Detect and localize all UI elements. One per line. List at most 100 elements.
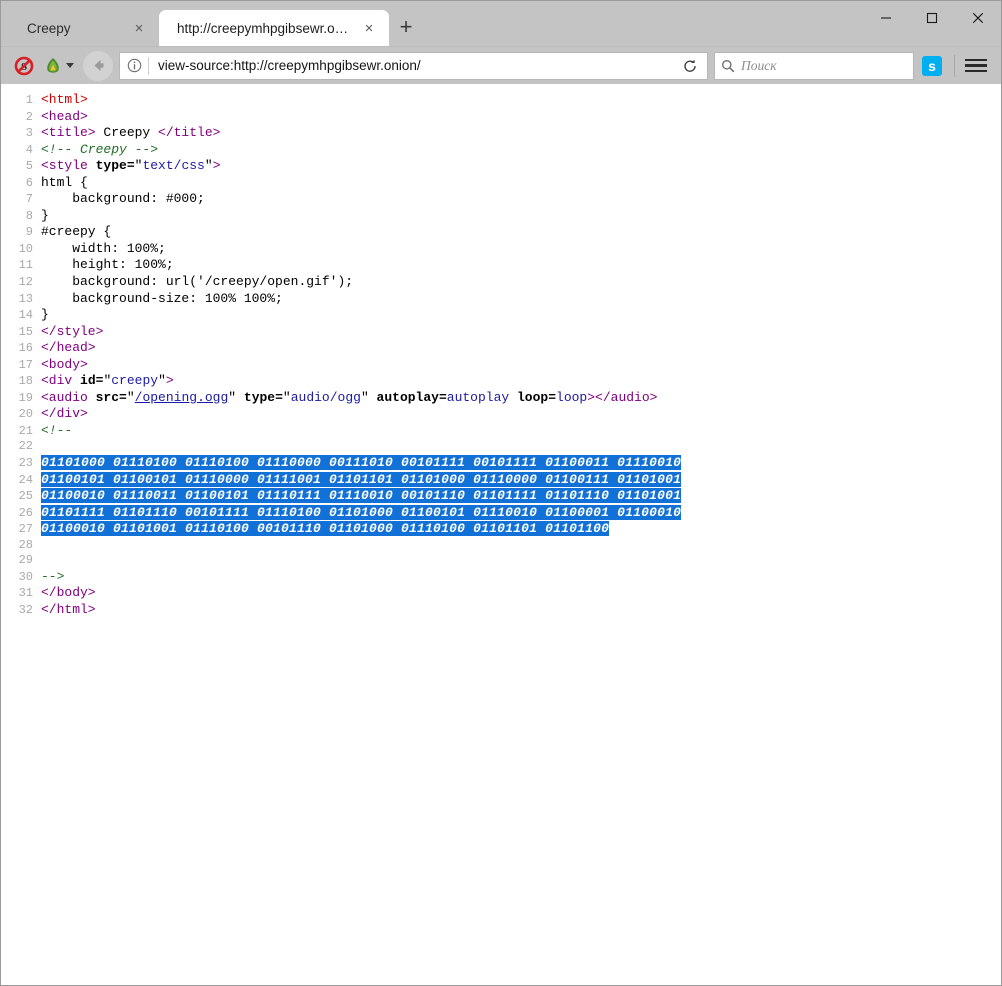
search-icon-wrap bbox=[715, 53, 741, 79]
tab-0[interactable]: Creepy× bbox=[9, 10, 159, 46]
code-token: autoplay= bbox=[377, 390, 447, 405]
code-token: Creepy bbox=[96, 125, 158, 140]
tab-close-button[interactable]: × bbox=[359, 18, 379, 38]
code-token: " bbox=[205, 158, 213, 173]
code-text: </html> bbox=[41, 602, 96, 618]
code-token: } bbox=[41, 208, 49, 223]
source-line: 2301101000 01110100 01110100 01110000 00… bbox=[1, 455, 1001, 472]
code-text: </body> bbox=[41, 585, 96, 601]
minimize-button[interactable] bbox=[863, 1, 909, 35]
code-token: > bbox=[166, 373, 174, 388]
navigation-toolbar: S bbox=[1, 46, 1001, 84]
code-text: </head> bbox=[41, 340, 96, 356]
source-code-listing: 1<html>2<head>3<title> Creepy </title>4<… bbox=[1, 92, 1001, 619]
binary-code-text: 01101000 01110100 01110100 01110000 0011… bbox=[41, 455, 681, 471]
line-number: 24 bbox=[1, 473, 41, 489]
binary-code-text: 01100101 01100101 01110000 01111001 0110… bbox=[41, 472, 681, 488]
line-number: 18 bbox=[1, 374, 41, 390]
close-button[interactable] bbox=[955, 1, 1001, 35]
code-token: 01100010 01101001 01110100 00101110 0110… bbox=[41, 521, 609, 536]
code-token: " bbox=[228, 390, 244, 405]
source-line: 6html { bbox=[1, 175, 1001, 192]
toolbar-divider bbox=[954, 55, 955, 77]
source-line: 21<!-- bbox=[1, 423, 1001, 440]
line-number: 28 bbox=[1, 538, 41, 554]
view-source-content[interactable]: 1<html>2<head>3<title> Creepy </title>4<… bbox=[1, 84, 1001, 985]
source-line: 12 background: url('/creepy/open.gif'); bbox=[1, 274, 1001, 291]
source-line: 32</html> bbox=[1, 602, 1001, 619]
source-line: 7 background: #000; bbox=[1, 191, 1001, 208]
line-number: 2 bbox=[1, 110, 41, 126]
code-text: <html> bbox=[41, 92, 88, 108]
source-line: 19<audio src="/opening.ogg" type="audio/… bbox=[1, 390, 1001, 407]
line-number: 21 bbox=[1, 424, 41, 440]
torbutton[interactable] bbox=[39, 51, 77, 81]
code-text: html { bbox=[41, 175, 88, 191]
torbutton-caret-icon bbox=[66, 63, 74, 68]
code-token: <style bbox=[41, 158, 88, 173]
search-icon bbox=[721, 59, 735, 73]
reload-button[interactable] bbox=[673, 52, 707, 80]
code-token: <html> bbox=[41, 92, 88, 107]
maximize-icon bbox=[926, 12, 938, 24]
menu-button[interactable] bbox=[965, 59, 987, 73]
line-number: 12 bbox=[1, 275, 41, 291]
code-token bbox=[88, 158, 96, 173]
code-token: height: 100%; bbox=[41, 257, 174, 272]
source-line: 30--> bbox=[1, 569, 1001, 586]
binary-code-text: 01101111 01101110 00101111 01110100 0110… bbox=[41, 505, 681, 521]
search-input[interactable]: Поиск bbox=[741, 58, 777, 74]
code-token: " bbox=[361, 390, 377, 405]
line-number: 19 bbox=[1, 391, 41, 407]
code-token: background: url('/creepy/open.gif'); bbox=[41, 274, 353, 289]
line-number: 11 bbox=[1, 258, 41, 274]
source-line: 15</style> bbox=[1, 324, 1001, 341]
url-text[interactable]: view-source:http://creepymhpgibsewr.onio… bbox=[149, 58, 673, 73]
hamburger-bar bbox=[965, 59, 987, 62]
code-text: #creepy { bbox=[41, 224, 111, 240]
source-line: 4<!-- Creepy --> bbox=[1, 142, 1001, 159]
tab-close-button[interactable]: × bbox=[129, 18, 149, 38]
source-line: 14} bbox=[1, 307, 1001, 324]
code-token: <audio bbox=[41, 390, 88, 405]
skype-button[interactable]: s bbox=[922, 56, 942, 76]
line-number: 4 bbox=[1, 143, 41, 159]
code-token: 01101000 01110100 01110100 01110000 0011… bbox=[41, 455, 681, 470]
code-token: " bbox=[283, 390, 291, 405]
search-bar[interactable]: Поиск bbox=[714, 52, 914, 80]
new-tab-button[interactable]: + bbox=[389, 10, 423, 44]
code-token: <!-- Creepy --> bbox=[41, 142, 158, 157]
code-token: ></audio> bbox=[587, 390, 657, 405]
source-line: 2701100010 01101001 01110100 00101110 01… bbox=[1, 521, 1001, 538]
line-number: 13 bbox=[1, 292, 41, 308]
line-number: 30 bbox=[1, 570, 41, 586]
site-identity-button[interactable] bbox=[120, 53, 148, 79]
line-number: 29 bbox=[1, 553, 41, 569]
code-token: autoplay bbox=[447, 390, 509, 405]
code-text: <body> bbox=[41, 357, 88, 373]
source-link[interactable]: /opening.ogg bbox=[135, 390, 229, 405]
url-bar[interactable]: view-source:http://creepymhpgibsewr.onio… bbox=[119, 52, 708, 80]
noscript-icon: S bbox=[14, 56, 34, 76]
source-line: 8} bbox=[1, 208, 1001, 225]
line-number: 23 bbox=[1, 456, 41, 472]
noscript-button[interactable]: S bbox=[9, 51, 39, 81]
maximize-button[interactable] bbox=[909, 1, 955, 35]
page-info-icon bbox=[127, 58, 142, 73]
line-number: 6 bbox=[1, 176, 41, 192]
tab-strip: Creepy×http://creepymhpgibsewr.oni...× + bbox=[1, 1, 1001, 46]
code-text: <!-- bbox=[41, 423, 72, 439]
source-line: 18<div id="creepy"> bbox=[1, 373, 1001, 390]
code-token: </div> bbox=[41, 406, 88, 421]
code-token: background: #000; bbox=[41, 191, 205, 206]
source-line: 3<title> Creepy </title> bbox=[1, 125, 1001, 142]
source-line: 5<style type="text/css"> bbox=[1, 158, 1001, 175]
code-token: background-size: 100% 100%; bbox=[41, 291, 283, 306]
line-number: 5 bbox=[1, 159, 41, 175]
tab-1[interactable]: http://creepymhpgibsewr.oni...× bbox=[159, 10, 389, 46]
line-number: 22 bbox=[1, 439, 41, 455]
source-line: 10 width: 100%; bbox=[1, 241, 1001, 258]
back-button[interactable] bbox=[83, 51, 113, 81]
source-line: 16</head> bbox=[1, 340, 1001, 357]
code-token: #creepy { bbox=[41, 224, 111, 239]
